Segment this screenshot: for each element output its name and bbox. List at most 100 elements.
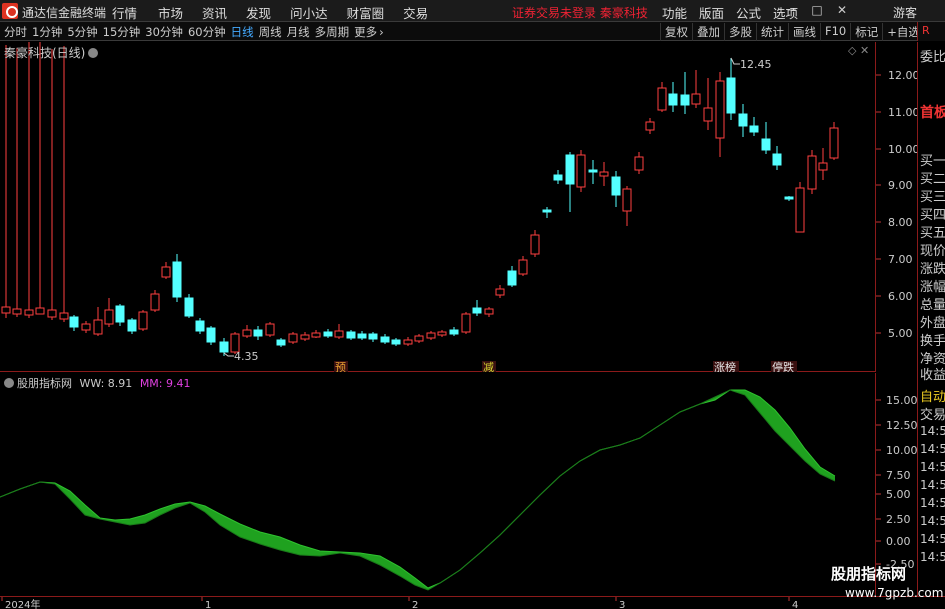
tool-multi-stock-button[interactable]: 多股 (724, 23, 756, 41)
time-axis: 2024年 1 2 3 4 (0, 596, 945, 609)
candle-body (622, 188, 632, 212)
candle-body (818, 162, 828, 171)
period-tab-daily[interactable]: 日线 (231, 24, 254, 40)
side-item: 收益 (920, 368, 945, 383)
period-tabs: 分时 1分钟 5分钟 15分钟 30分钟 60分钟 日线 周线 月线 多周期 更… (4, 24, 389, 40)
period-tab-1min[interactable]: 1分钟 (32, 24, 62, 40)
menu-item-discover[interactable]: 发现 (246, 3, 271, 22)
close-panel-icon[interactable]: ✕ (860, 44, 869, 57)
candle-body (138, 311, 148, 330)
side-item: 14:56 (920, 514, 945, 528)
candle-body (703, 107, 713, 122)
indicator-svg (0, 389, 836, 591)
stock-settings-icon[interactable] (88, 48, 99, 58)
candle-body (206, 327, 216, 343)
menu-item-wealth[interactable]: 财富圈 (347, 3, 385, 22)
indicator-ww-line (0, 389, 836, 589)
candle-body (403, 339, 413, 345)
diamond-icon[interactable]: ◇ (848, 44, 856, 57)
indicator-mm-line (0, 389, 836, 591)
menu-item-trade[interactable]: 交易 (403, 3, 428, 22)
candle-body (829, 127, 839, 159)
candle-body (24, 309, 34, 316)
indicator-mm-value: MM: 9.41 (139, 377, 191, 390)
high-price-label: 12.45 (740, 58, 772, 71)
side-item: 买二 (920, 172, 945, 187)
guest-user[interactable]: 游客 (893, 4, 917, 21)
candlestick-chart[interactable]: 12.45 4.35 预 减 涨榜 停跌 (0, 42, 875, 374)
stock-title-label: 秦豪科技(日线) (4, 46, 86, 60)
candle-body (518, 259, 528, 275)
price-axis-label: 10.00 (888, 143, 918, 156)
tool-adjust-button[interactable]: 复权 (660, 23, 692, 41)
indicator-legend: 股朋指标网 WW: 8.91 MM: 9.41 (4, 375, 191, 391)
chevron-right-icon: › (379, 25, 384, 39)
tool-draw-button[interactable]: 画线 (788, 23, 820, 41)
tool-statistics-button[interactable]: 统计 (756, 23, 788, 41)
side-item: 买一 (920, 154, 945, 169)
side-panel-tab[interactable]: R (917, 22, 945, 41)
event-marker-label: 减 (483, 361, 494, 372)
side-item: 14:56 (920, 496, 945, 510)
price-axis: 12.00 11.00 10.00 9.00 8.00 7.00 6.00 5.00 (875, 42, 920, 372)
menu-item-ask[interactable]: 问小达 (290, 3, 328, 22)
quote-side-panel: 委比 首板 买一 买二 买三 买四 买五 现价 涨跌 涨幅 总量 外盘 换手 净… (917, 42, 945, 596)
candle-body (368, 333, 378, 340)
tool-mark-button[interactable]: 标记 (850, 23, 882, 41)
period-tab-intraday[interactable]: 分时 (4, 24, 27, 40)
period-tab-weekly[interactable]: 周线 (259, 24, 282, 40)
indicator-settings-icon[interactable] (4, 378, 14, 388)
indicator-chart[interactable] (0, 373, 875, 595)
chart-controls: ◇ ✕ (848, 44, 869, 57)
price-axis-label: 6.00 (888, 290, 913, 303)
candle-body (565, 154, 575, 185)
price-axis-svg: 12.00 11.00 10.00 9.00 8.00 7.00 6.00 5.00 (876, 69, 920, 340)
side-item: 外盘 (920, 316, 945, 331)
candle-body (69, 316, 79, 328)
top-menu: 行情 市场 资讯 发现 问小达 财富圈 交易 (112, 3, 428, 22)
period-tab-more[interactable]: 更多 › (354, 24, 384, 40)
app-title: 通达信金融终端 (22, 6, 107, 20)
time-axis-svg: 2024年 1 2 3 4 (1, 597, 798, 609)
period-tab-30min[interactable]: 30分钟 (145, 24, 183, 40)
candlestick-svg: 12.45 4.35 预 减 涨榜 停跌 (1, 42, 839, 374)
candle-body (346, 331, 356, 339)
candle-body (749, 125, 759, 133)
tool-f10-button[interactable]: F10 (820, 23, 850, 41)
candle-body (81, 323, 91, 331)
candle-body (576, 154, 586, 188)
price-axis-label: 8.00 (888, 216, 913, 229)
watermark-url: www.7gpzb.com (845, 586, 944, 600)
menu-item-layout[interactable]: 版面 (699, 3, 724, 22)
app-logo-icon[interactable] (2, 3, 18, 19)
candle-body (93, 319, 103, 335)
candle-body (104, 309, 114, 325)
side-item[interactable]: 自动 (920, 386, 945, 405)
period-tab-5min[interactable]: 5分钟 (67, 24, 97, 40)
candle-body (437, 331, 447, 336)
candle-body (288, 333, 298, 343)
candle-body (12, 308, 22, 315)
period-tab-60min[interactable]: 60分钟 (188, 24, 226, 40)
menu-item-quotes[interactable]: 行情 (112, 3, 137, 22)
menu-item-market[interactable]: 市场 (158, 3, 183, 22)
chart-tools: 复权 叠加 多股 统计 画线 F10 标记 +自选 返回 (660, 23, 945, 41)
side-item: 首板 (920, 105, 945, 121)
close-icon[interactable]: ✕ (836, 3, 848, 17)
candle-body (334, 330, 344, 338)
candle-body (311, 332, 321, 338)
candle-body (449, 329, 459, 335)
side-item: 14:56 (920, 532, 945, 546)
tool-overlay-button[interactable]: 叠加 (692, 23, 724, 41)
side-item: 涨幅 (920, 280, 945, 295)
candle-body (691, 93, 701, 105)
maximize-icon[interactable]: □ (811, 3, 823, 17)
period-tab-multi[interactable]: 多周期 (315, 24, 350, 40)
indicator-ribbon (0, 390, 835, 590)
menu-item-news[interactable]: 资讯 (202, 3, 227, 22)
menu-item-formula[interactable]: 公式 (736, 3, 761, 22)
period-tab-15min[interactable]: 15分钟 (103, 24, 141, 40)
menu-item-functions[interactable]: 功能 (662, 3, 687, 22)
minimize-icon[interactable]: ─ (786, 3, 798, 17)
period-tab-monthly[interactable]: 月线 (287, 24, 310, 40)
